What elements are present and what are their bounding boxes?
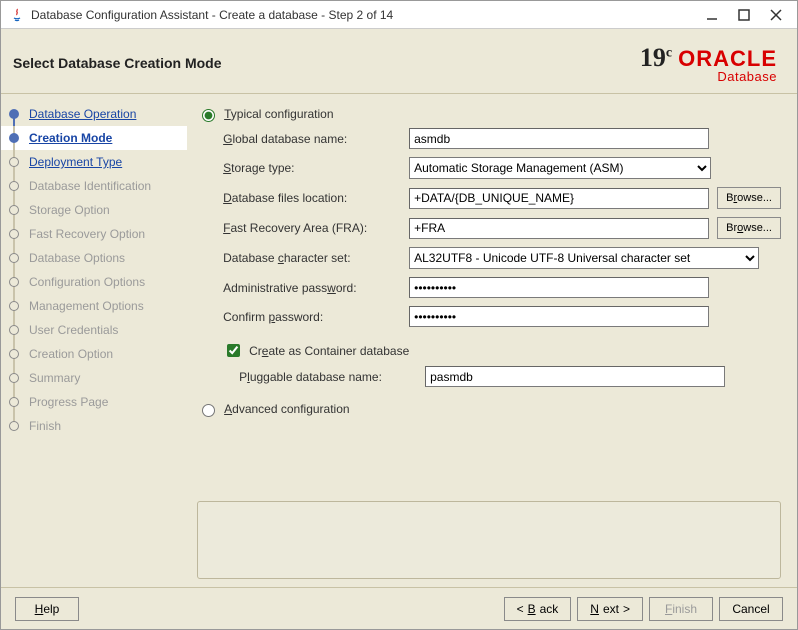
message-area	[197, 501, 781, 579]
wizard-step-2[interactable]: Deployment Type	[1, 150, 187, 174]
container-db-label: Create as Container database	[249, 344, 409, 358]
wizard-step-9: User Credentials	[1, 318, 187, 342]
wizard-step-3: Database Identification	[1, 174, 187, 198]
files-location-label: Database files location:	[223, 191, 403, 205]
wizard-step-11: Summary	[1, 366, 187, 390]
storage-type-select[interactable]: Automatic Storage Management (ASM)	[409, 157, 711, 179]
minimize-button[interactable]	[705, 8, 719, 22]
files-location-input[interactable]	[409, 188, 709, 209]
cancel-button[interactable]: Cancel	[719, 597, 783, 621]
wizard-step-1[interactable]: Creation Mode	[1, 126, 187, 150]
pdb-name-input[interactable]	[425, 366, 725, 387]
back-button[interactable]: < Back	[504, 597, 572, 621]
container-db-checkbox[interactable]	[227, 344, 240, 357]
pdb-form: Pluggable database name:	[239, 366, 781, 387]
close-button[interactable]	[769, 8, 783, 22]
confirm-pw-input[interactable]	[409, 306, 709, 327]
brand-name: ORACLE	[678, 48, 777, 70]
java-icon	[9, 7, 25, 23]
advanced-config-label: Advanced configuration	[224, 402, 349, 416]
typical-config-radio-row: Typical configuration	[197, 106, 781, 122]
charset-select[interactable]: AL32UTF8 - Unicode UTF-8 Universal chara…	[409, 247, 759, 269]
brand-version: 19c	[640, 43, 672, 73]
advanced-config-radio[interactable]	[202, 404, 215, 417]
storage-type-label: Storage type:	[223, 161, 403, 175]
typical-config-form: Global database name: Storage type: Auto…	[223, 128, 781, 327]
confirm-pw-label: Confirm password:	[223, 310, 403, 324]
global-db-name-label: Global database name:	[223, 132, 403, 146]
wizard-step-0[interactable]: Database Operation	[1, 102, 187, 126]
help-button[interactable]: Help	[15, 597, 79, 621]
brand-sub: Database	[678, 70, 777, 83]
maximize-button[interactable]	[737, 8, 751, 22]
fra-browse-button[interactable]: Browse...	[717, 217, 781, 239]
typical-config-radio[interactable]	[202, 109, 215, 122]
header: Select Database Creation Mode 19c ORACLE…	[1, 29, 797, 93]
app-window: Database Configuration Assistant - Creat…	[0, 0, 798, 630]
charset-label: Database character set:	[223, 251, 403, 265]
fra-input[interactable]	[409, 218, 709, 239]
brand-logo: 19c ORACLE Database	[640, 43, 777, 83]
footer: Help < Back Next > Finish Cancel	[1, 587, 797, 629]
fra-label: Fast Recovery Area (FRA):	[223, 221, 403, 235]
wizard-step-8: Management Options	[1, 294, 187, 318]
wizard-step-13: Finish	[1, 414, 187, 438]
finish-button: Finish	[649, 597, 713, 621]
advanced-config-radio-row: Advanced configuration	[197, 401, 781, 417]
body: Database OperationCreation ModeDeploymen…	[1, 93, 797, 587]
wizard-step-4: Storage Option	[1, 198, 187, 222]
pdb-name-label: Pluggable database name:	[239, 370, 419, 384]
wizard-step-6: Database Options	[1, 246, 187, 270]
wizard-step-7: Configuration Options	[1, 270, 187, 294]
wizard-step-12: Progress Page	[1, 390, 187, 414]
window-controls	[705, 8, 789, 22]
global-db-name-input[interactable]	[409, 128, 709, 149]
page-title: Select Database Creation Mode	[13, 55, 222, 71]
typical-config-label: Typical configuration	[224, 107, 333, 121]
container-db-row: Create as Container database	[223, 341, 781, 360]
next-button[interactable]: Next >	[577, 597, 643, 621]
wizard-steps-sidebar: Database OperationCreation ModeDeploymen…	[1, 94, 187, 587]
main-panel: Typical configuration Global database na…	[187, 94, 797, 587]
window-title: Database Configuration Assistant - Creat…	[31, 8, 705, 22]
titlebar: Database Configuration Assistant - Creat…	[1, 1, 797, 29]
files-location-browse-button[interactable]: Browse...	[717, 187, 781, 209]
wizard-step-10: Creation Option	[1, 342, 187, 366]
wizard-step-5: Fast Recovery Option	[1, 222, 187, 246]
admin-pw-input[interactable]	[409, 277, 709, 298]
admin-pw-label: Administrative password:	[223, 281, 403, 295]
